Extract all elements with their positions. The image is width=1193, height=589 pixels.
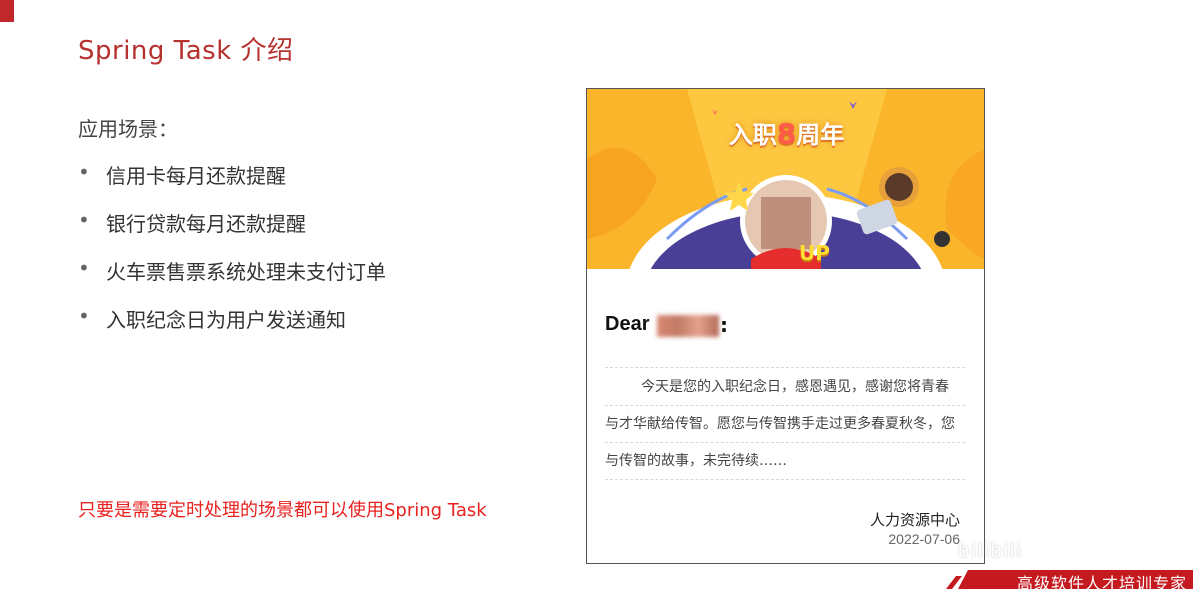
- summary-highlight: 只要是需要定时处理的场景都可以使用Spring Task: [78, 500, 487, 521]
- scenario-item: 火车票售票系统处理未支付订单: [78, 256, 386, 304]
- corner-accent-mark: [0, 0, 14, 22]
- anniversary-heading: 入职8周年: [587, 115, 984, 150]
- slide-title: Spring Task 介绍: [78, 36, 294, 66]
- scenario-item: 银行贷款每月还款提醒: [78, 208, 386, 256]
- letter-line: 今天是您的入职纪念日，感恩遇见，感谢您将青春: [605, 369, 965, 406]
- slogan-bar: 高级软件人才培训专家: [940, 570, 1193, 589]
- letter-line: 与才华献给传智。愿您与传智携手走过更多春夏秋冬，您: [605, 406, 965, 443]
- anniversary-card: 入职8周年 UP Dear : 今天是您的入职纪念日，感恩遇见，感谢您将青春 与…: [586, 88, 985, 564]
- greeting-colon: :: [720, 313, 728, 337]
- greeting: Dear: [605, 313, 650, 335]
- blurred-name: [657, 315, 719, 337]
- heading-suffix: 周年: [796, 121, 845, 149]
- bilibili-watermark: bilibili: [958, 540, 1023, 562]
- signature-date: 2022-07-06: [888, 531, 960, 547]
- letter-body: 今天是您的入职纪念日，感恩遇见，感谢您将青春 与才华献给传智。愿您与传智携手走过…: [605, 367, 965, 480]
- scenario-item: 入职纪念日为用户发送通知: [78, 304, 386, 352]
- slogan-text: 高级软件人才培训专家: [1016, 574, 1187, 589]
- scenario-item: 信用卡每月还款提醒: [78, 160, 386, 208]
- letter-line: 与传智的故事，未完待续……: [605, 443, 965, 480]
- scenario-label: 应用场景：: [78, 117, 178, 141]
- anniversary-banner: 入职8周年 UP: [587, 89, 984, 269]
- scenario-list: 信用卡每月还款提醒 银行贷款每月还款提醒 火车票售票系统处理未支付订单 入职纪念…: [78, 160, 386, 352]
- heading-number: 8: [776, 117, 797, 150]
- letter-divider: [605, 367, 965, 368]
- up-badge: UP: [799, 241, 830, 265]
- signature: 人力资源中心: [869, 511, 960, 529]
- heading-prefix: 入职: [728, 121, 777, 149]
